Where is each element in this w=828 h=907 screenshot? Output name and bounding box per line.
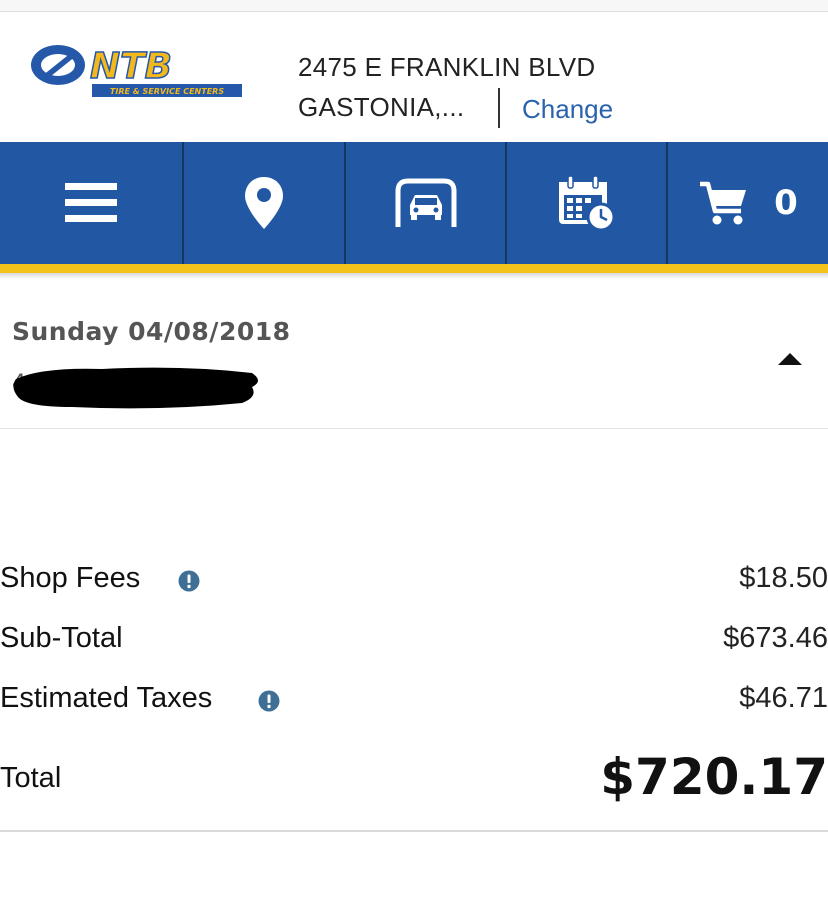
shop-fees-row: Shop Fees $18.50 bbox=[0, 562, 828, 602]
top-rule bbox=[0, 0, 828, 12]
appointments-button[interactable] bbox=[507, 142, 668, 264]
logo-tagline: TIRE & SERVICE CENTERS bbox=[110, 87, 224, 96]
shop-fees-label: Shop Fees bbox=[0, 562, 141, 594]
logo-text: NTB bbox=[90, 46, 172, 87]
nav-accent-stripe bbox=[0, 264, 828, 273]
location-pin-icon bbox=[245, 177, 283, 229]
menu-button[interactable] bbox=[0, 142, 184, 264]
store-locator-button[interactable] bbox=[184, 142, 346, 264]
redaction-mark bbox=[13, 367, 258, 409]
ntb-logo[interactable]: NTB TIRE & SERVICE CENTERS bbox=[28, 40, 253, 112]
total-value: $720.17 bbox=[600, 748, 828, 806]
taxes-value: $46.71 bbox=[739, 682, 828, 714]
appointment-date: Sunday 04/08/2018 bbox=[12, 317, 291, 346]
summary-divider bbox=[0, 830, 828, 832]
total-row: Total $720.17 bbox=[0, 748, 828, 806]
cart-button[interactable]: 0 bbox=[668, 142, 828, 264]
main-nav-bar: 0 bbox=[0, 142, 828, 264]
store-divider bbox=[498, 88, 500, 128]
subtotal-label: Sub-Total bbox=[0, 622, 123, 654]
taxes-info-icon[interactable] bbox=[258, 690, 280, 712]
change-store-link[interactable]: Change bbox=[522, 94, 613, 125]
menu-icon bbox=[65, 183, 117, 222]
calendar-clock-icon bbox=[558, 175, 615, 232]
total-label: Total bbox=[0, 762, 62, 794]
cart-icon bbox=[700, 181, 747, 225]
garage-car-icon bbox=[395, 178, 456, 227]
collapse-caret-icon[interactable] bbox=[772, 347, 808, 371]
taxes-label: Estimated Taxes bbox=[0, 682, 213, 714]
store-header: NTB TIRE & SERVICE CENTERS 2475 E FRANKL… bbox=[0, 12, 828, 142]
store-address: 2475 E FRANKLIN BLVD bbox=[298, 52, 596, 82]
appointment-summary[interactable]: Sunday 04/08/2018 4 bbox=[0, 279, 828, 429]
taxes-row: Estimated Taxes $46.71 bbox=[0, 682, 828, 722]
my-garage-button[interactable] bbox=[346, 142, 507, 264]
subtotal-row: Sub-Total $673.46 bbox=[0, 622, 828, 662]
subtotal-value: $673.46 bbox=[723, 622, 828, 654]
shop-fees-info-icon[interactable] bbox=[178, 570, 200, 592]
cart-count: 0 bbox=[774, 183, 798, 223]
shop-fees-value: $18.50 bbox=[739, 562, 828, 594]
store-city: GASTONIA,... bbox=[298, 92, 465, 122]
